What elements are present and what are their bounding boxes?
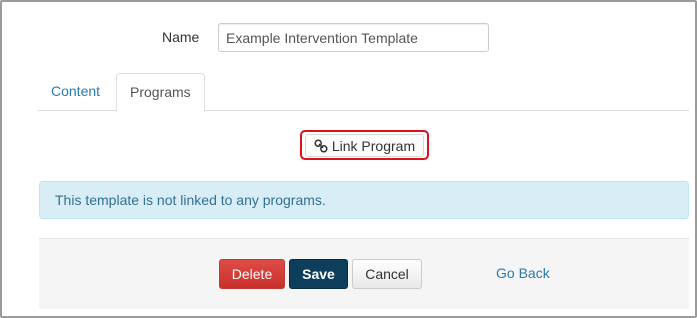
tab-bar: Content Programs bbox=[38, 73, 689, 112]
cancel-button[interactable]: Cancel bbox=[352, 259, 422, 289]
name-label: Name bbox=[162, 29, 200, 45]
tab-programs[interactable]: Programs bbox=[116, 73, 205, 112]
tab-content[interactable]: Content bbox=[38, 73, 113, 111]
window-frame: Name Content Programs Link Program This … bbox=[0, 0, 697, 318]
link-program-button[interactable]: Link Program bbox=[305, 134, 424, 157]
save-button[interactable]: Save bbox=[289, 259, 348, 289]
no-programs-alert: This template is not linked to any progr… bbox=[39, 181, 689, 219]
name-input[interactable] bbox=[218, 23, 489, 52]
link-icon bbox=[314, 138, 328, 153]
delete-button[interactable]: Delete bbox=[219, 259, 285, 289]
link-program-label: Link Program bbox=[331, 137, 416, 154]
go-back-link[interactable]: Go Back bbox=[496, 265, 550, 281]
